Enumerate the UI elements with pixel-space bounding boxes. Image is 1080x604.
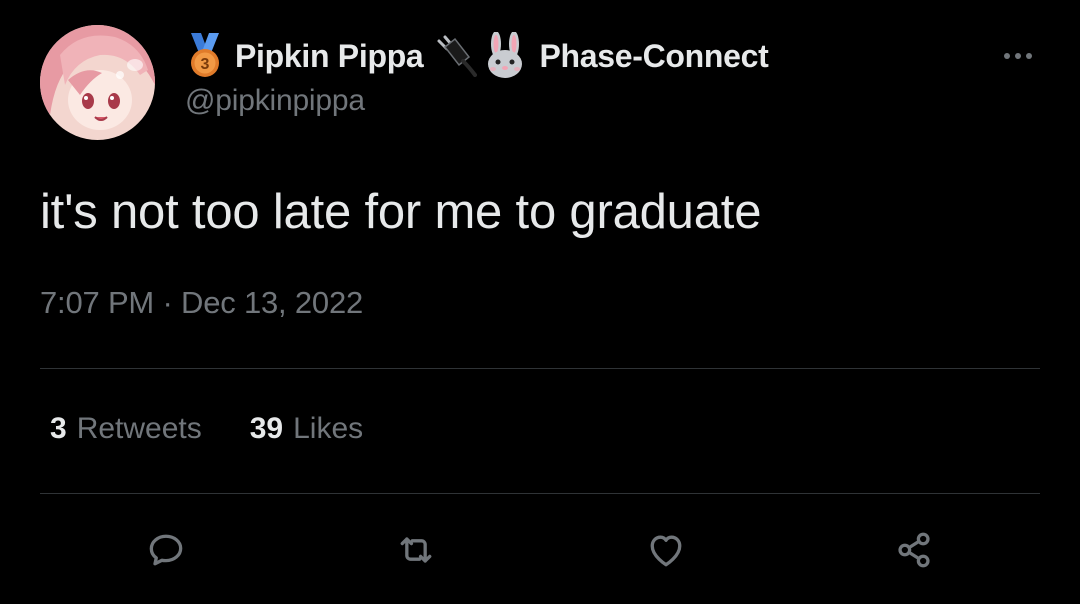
timestamp-separator: · <box>162 285 173 320</box>
retweet-icon <box>400 537 432 563</box>
avatar[interactable] <box>40 25 155 140</box>
affiliation-name: Phase-Connect <box>539 37 769 74</box>
display-name: Pipkin Pippa <box>235 37 424 74</box>
electric-plug-icon <box>435 35 478 77</box>
engagement-stats: 3 Retweets 39 Likes <box>50 412 411 446</box>
retweet-button[interactable] <box>392 526 440 574</box>
share-icon <box>898 532 930 568</box>
tweet-time: 7:07 PM <box>40 285 155 320</box>
like-button[interactable] <box>642 526 690 574</box>
author-handle[interactable]: @pipkinpippa <box>185 84 365 118</box>
divider <box>40 368 1040 369</box>
more-dot-icon <box>1015 53 1021 59</box>
more-options-button[interactable] <box>996 44 1040 68</box>
likes-label: Likes <box>293 412 364 445</box>
tweet-date: Dec 13, 2022 <box>181 285 364 320</box>
likes-stat[interactable]: 39 Likes <box>250 412 363 446</box>
tweet-text: it's not too late for me to graduate <box>40 185 762 239</box>
likes-count: 39 <box>249 412 284 445</box>
share-button[interactable] <box>890 526 938 574</box>
svg-text:3: 3 <box>201 56 210 73</box>
divider <box>40 493 1040 494</box>
rabbit-face-icon <box>483 31 527 80</box>
avatar-image <box>40 25 155 140</box>
more-dot-icon <box>1004 53 1010 59</box>
retweets-count: 3 <box>50 412 67 445</box>
like-icon <box>650 535 682 567</box>
tweet-timestamp[interactable]: 7:07 PM · Dec 13, 2022 <box>40 285 363 321</box>
retweets-stat[interactable]: 3 Retweets <box>50 412 202 446</box>
retweets-label: Retweets <box>76 412 202 445</box>
reply-icon <box>149 534 183 566</box>
reply-button[interactable] <box>142 526 190 574</box>
more-dot-icon <box>1026 53 1032 59</box>
third-place-medal-icon: 3 <box>185 33 225 79</box>
author-name-row[interactable]: 3 Pipkin Pippa Phase-Connect <box>185 31 769 80</box>
